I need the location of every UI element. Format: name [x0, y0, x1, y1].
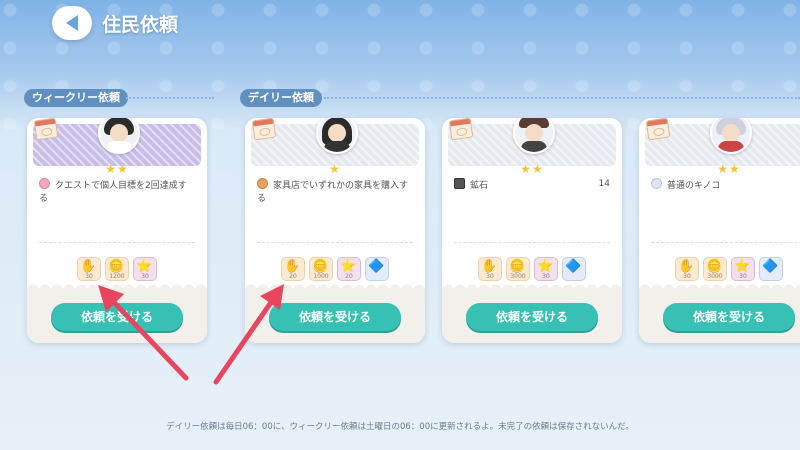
request-card-daily: ★★ 普通のキノコ ✋ 30 🪙 3000 ⭐ 30 🔷 依頼を受ける: [639, 118, 800, 343]
reward-item[interactable]: ⭐ 30: [534, 257, 558, 281]
reward-item[interactable]: 🪙 1200: [105, 257, 129, 281]
reward-item[interactable]: ✋ 30: [77, 257, 101, 281]
card-divider: [454, 242, 610, 243]
reward-item[interactable]: 🔷: [562, 257, 586, 281]
difficulty-stars: ★★: [105, 162, 129, 176]
request-card-weekly: ★★ クエストで個人目標を2回達成する ✋ 30 🪙 1200 ⭐ 30 依頼を受ける: [27, 118, 207, 343]
accept-request-button[interactable]: 依頼を受ける: [663, 303, 795, 331]
accept-request-button[interactable]: 依頼を受ける: [466, 303, 598, 331]
badge-icon: 🔷: [762, 259, 779, 274]
back-arrow-icon: [66, 15, 78, 31]
section-divider-weekly: [126, 97, 214, 101]
section-tag-daily: デイリー依頼: [240, 89, 322, 107]
task-count: 14: [598, 179, 610, 189]
calendar-icon: [33, 118, 59, 141]
badge-icon: 🔷: [368, 259, 385, 274]
accept-request-button[interactable]: 依頼を受ける: [51, 303, 183, 331]
header: 住民依頼: [52, 6, 178, 40]
reward-list: ✋ 30 🪙 1200 ⭐ 30: [27, 257, 207, 281]
reward-item[interactable]: 🔷: [759, 257, 783, 281]
section-divider-daily: [324, 97, 800, 101]
mushroom-icon: [651, 178, 662, 189]
reward-item[interactable]: ✋ 30: [478, 257, 502, 281]
reward-list: ✋ 30 🪙 3000 ⭐ 30 🔷: [442, 257, 622, 281]
difficulty-stars: ★: [329, 162, 341, 176]
calendar-icon: [645, 118, 671, 141]
task-text: クエストで個人目標を2回達成する: [39, 181, 187, 204]
reward-item[interactable]: ⭐ 30: [133, 257, 157, 281]
difficulty-stars: ★★: [717, 162, 741, 176]
reward-item[interactable]: ⭐ 20: [337, 257, 361, 281]
task-description: クエストで個人目標を2回達成する: [39, 178, 195, 206]
update-info-text: デイリー依頼は毎日06：00に、ウィークリー依頼は土曜日の06：00に更新される…: [166, 422, 634, 432]
calendar-icon: [448, 118, 474, 141]
task-description: 家具店でいずれかの家具を購入する: [257, 178, 413, 206]
reward-list: ✋ 30 🪙 3000 ⭐ 30 🔷: [639, 257, 800, 281]
quest-icon: [39, 178, 50, 189]
card-divider: [39, 242, 195, 243]
difficulty-stars: ★★: [520, 162, 544, 176]
request-card-daily: ★ 家具店でいずれかの家具を購入する ✋ 20 🪙 1000 ⭐ 20 🔷 依頼を受け…: [245, 118, 425, 343]
reward-item[interactable]: ✋ 30: [675, 257, 699, 281]
reward-item[interactable]: 🪙 1000: [309, 257, 333, 281]
reward-item[interactable]: ✋ 20: [281, 257, 305, 281]
calendar-icon: [251, 118, 277, 141]
task-text: 普通のキノコ: [667, 181, 721, 191]
task-description: 鉱石 14: [454, 178, 610, 193]
reward-list: ✋ 20 🪙 1000 ⭐ 20 🔷: [245, 257, 425, 281]
card-divider: [257, 242, 413, 243]
reward-item[interactable]: 🔷: [365, 257, 389, 281]
reward-item[interactable]: 🪙 3000: [703, 257, 727, 281]
reward-item[interactable]: 🪙 3000: [506, 257, 530, 281]
task-description: 普通のキノコ: [651, 178, 800, 193]
accept-request-button[interactable]: 依頼を受ける: [269, 303, 401, 331]
section-tag-weekly: ウィークリー依頼: [24, 89, 128, 107]
reward-item[interactable]: ⭐ 30: [731, 257, 755, 281]
badge-icon: 🔷: [565, 259, 582, 274]
ore-icon: [454, 178, 465, 189]
page-title: 住民依頼: [102, 13, 179, 36]
back-button[interactable]: [52, 6, 92, 40]
request-card-daily: ★★ 鉱石 14 ✋ 30 🪙 3000 ⭐ 30 🔷 依頼を受ける: [442, 118, 622, 343]
card-divider: [651, 242, 800, 243]
furniture-icon: [257, 178, 268, 189]
task-text: 家具店でいずれかの家具を購入する: [257, 181, 409, 204]
task-text: 鉱石: [470, 181, 489, 191]
